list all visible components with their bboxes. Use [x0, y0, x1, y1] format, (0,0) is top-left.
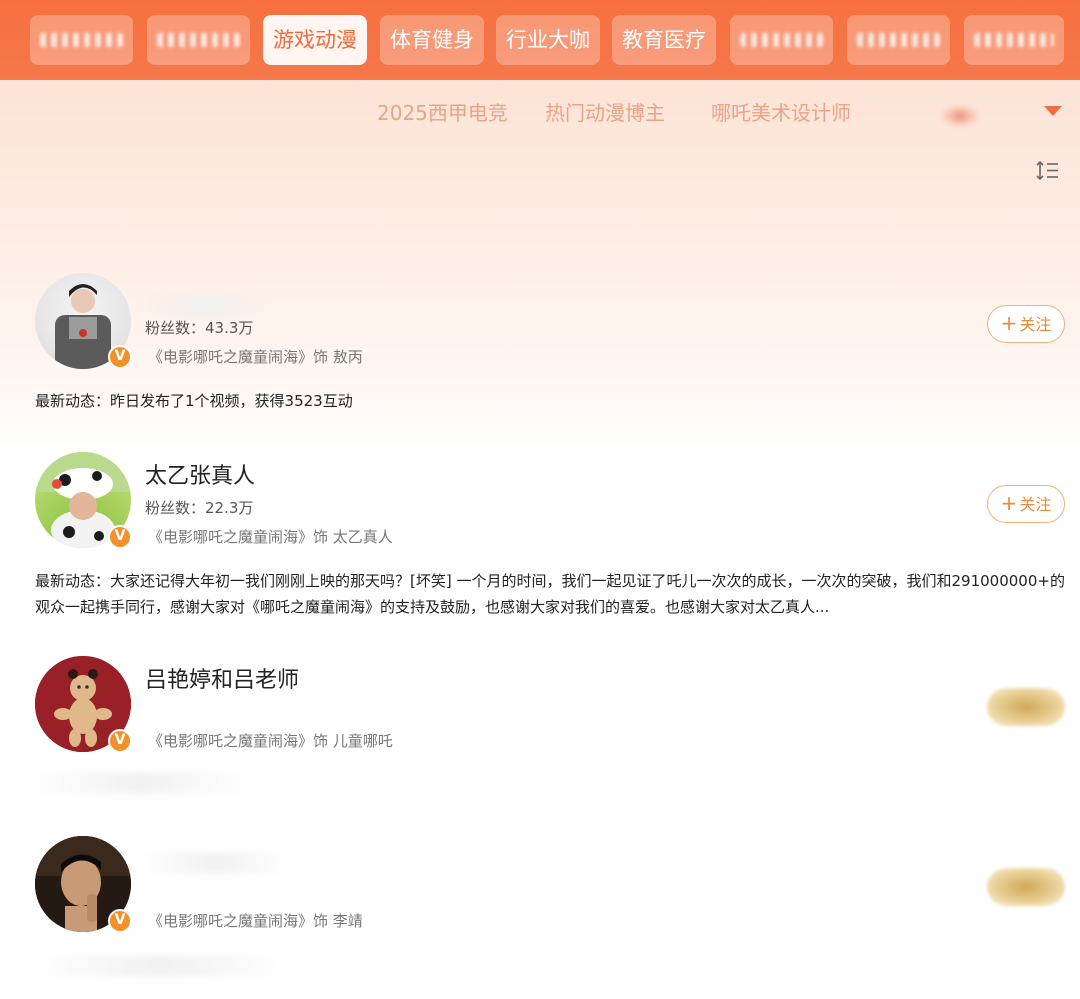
verified-badge-icon: V	[108, 909, 132, 933]
recent-activity-blurred	[30, 772, 250, 794]
username-blurred	[140, 852, 290, 874]
plus-icon: +	[1000, 311, 1018, 335]
subtag-hot-anime-bloggers[interactable]: 热门动漫博主	[545, 97, 665, 126]
follow-label: 关注	[1019, 315, 1052, 334]
username[interactable]: 太乙张真人	[145, 458, 255, 490]
follow-button[interactable]	[987, 868, 1065, 906]
category-tab-sports-fitness[interactable]: 体育健身	[380, 15, 484, 65]
category-tab-7[interactable]	[730, 15, 833, 65]
follow-button[interactable]: + 关注	[987, 305, 1065, 343]
category-tab-industry-experts[interactable]: 行业大咖	[496, 15, 600, 65]
recent-activity[interactable]: 最新动态：大家还记得大年初一我们刚刚上映的那天吗？[坏笑] 一个月的时间，我们一…	[35, 568, 1065, 620]
follow-label: 关注	[1019, 495, 1052, 514]
fans-count: 粉丝数：43.3万	[145, 319, 254, 337]
sort-list-icon[interactable]	[1035, 158, 1061, 184]
category-tab-games-anime[interactable]: 游戏动漫	[263, 15, 367, 65]
follow-button[interactable]	[987, 688, 1065, 726]
role-description: 《电影哪吒之魔童闹海》饰 太乙真人	[148, 528, 393, 546]
username[interactable]: 吕艳婷和吕老师	[145, 662, 299, 694]
chevron-down-icon[interactable]	[1044, 106, 1062, 116]
fans-count: 粉丝数：22.3万	[145, 499, 254, 517]
verified-badge-icon: V	[108, 729, 132, 753]
role-description: 《电影哪吒之魔童闹海》饰 敖丙	[148, 348, 363, 366]
role-description: 《电影哪吒之魔童闹海》饰 儿童哪吒	[148, 732, 393, 750]
follow-button[interactable]: + 关注	[987, 485, 1065, 523]
category-tab-9[interactable]	[964, 15, 1064, 65]
subtag-nezha-art-designers[interactable]: 哪吒美术设计师	[711, 97, 851, 126]
role-description: 《电影哪吒之魔童闹海》饰 李靖	[148, 912, 363, 930]
verified-badge-icon: V	[108, 525, 132, 549]
category-tab-2[interactable]	[147, 15, 250, 65]
username-blurred	[145, 295, 265, 317]
category-tab-education-medical[interactable]: 教育医疗	[612, 15, 716, 65]
category-tab-8[interactable]	[847, 15, 950, 65]
category-tab-1[interactable]	[30, 15, 133, 65]
category-bar: 游戏动漫 体育健身 行业大咖 教育医疗	[0, 0, 1080, 80]
recent-activity-blurred	[30, 955, 290, 977]
recent-activity[interactable]: 最新动态：昨日发布了1个视频，获得3523互动	[35, 388, 1065, 414]
plus-icon: +	[1000, 491, 1018, 515]
verified-badge-icon: V	[108, 345, 132, 369]
subtag-blurred[interactable]	[940, 104, 980, 128]
subtag-laliga-esports[interactable]: 2025西甲电竞	[377, 97, 508, 126]
